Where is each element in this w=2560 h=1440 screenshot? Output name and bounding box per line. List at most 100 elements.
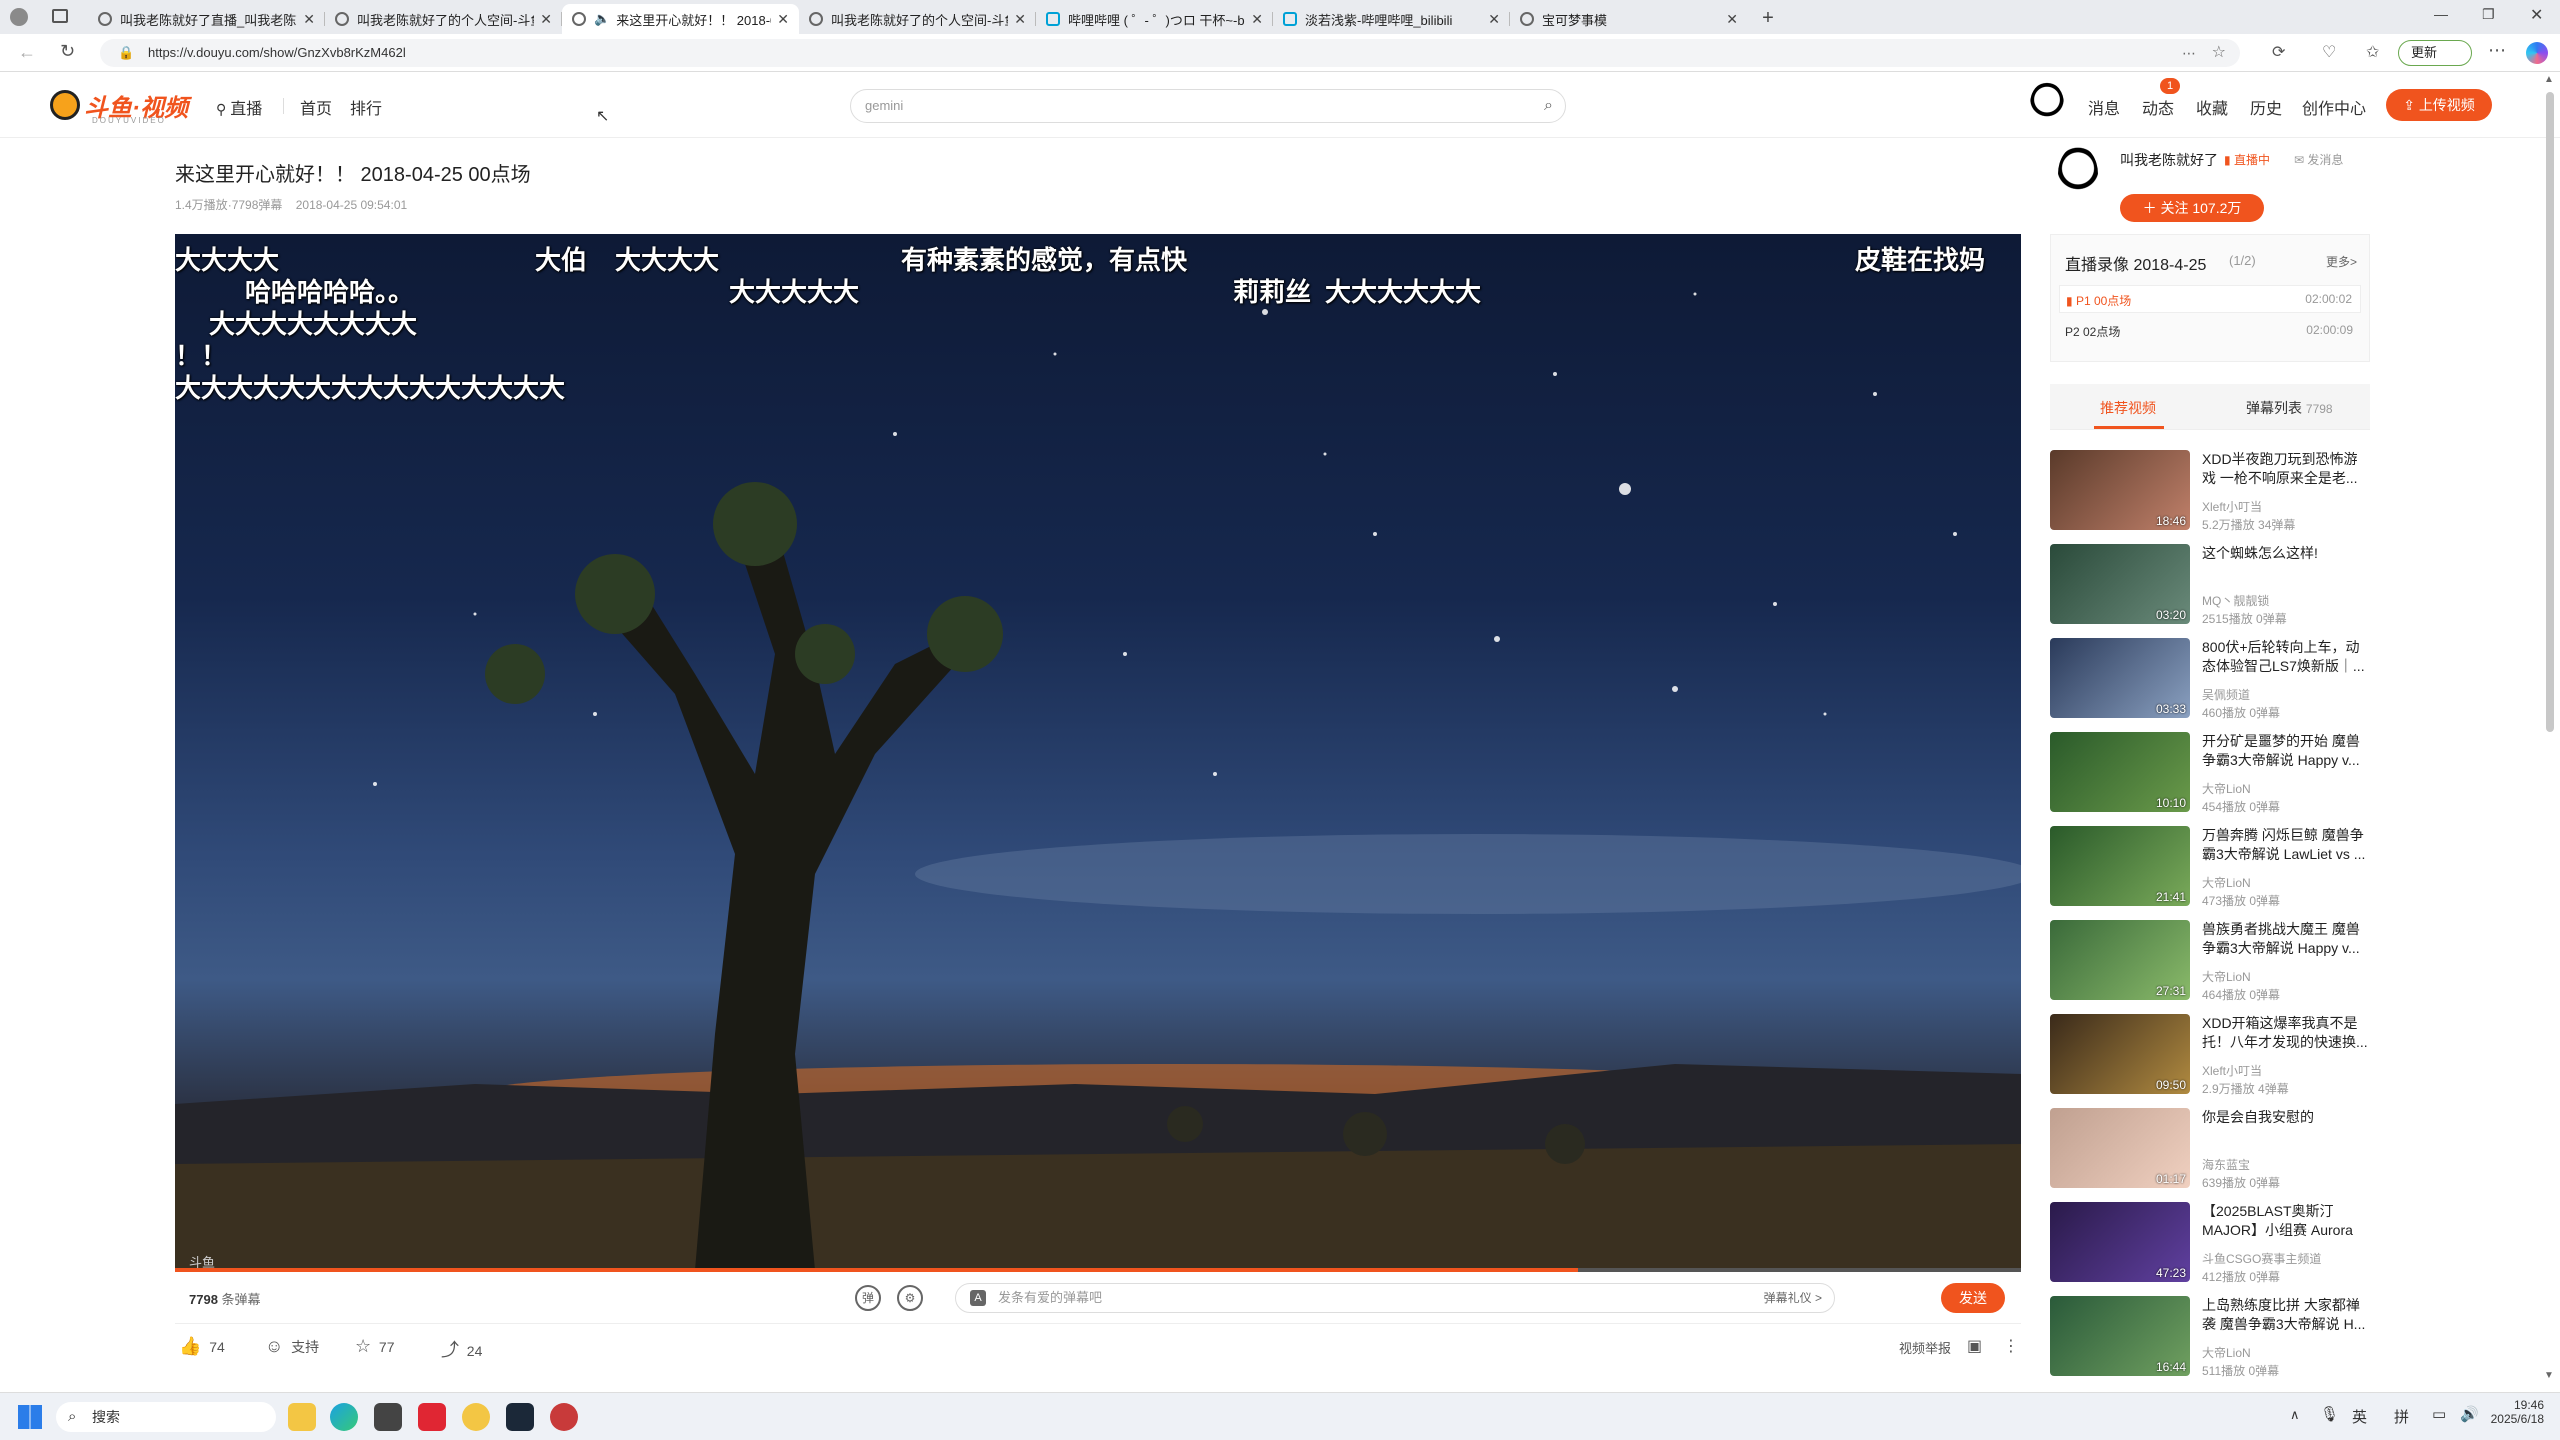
- app-icon-7[interactable]: [550, 1403, 578, 1431]
- video-author[interactable]: 大帝LioN: [2202, 780, 2251, 797]
- recommended-video[interactable]: 03:33 800伏+后轮转向上车，动态体验智己LS7焕新版｜... 吴佩频道 460…: [2050, 638, 2372, 720]
- app-icon-3[interactable]: [374, 1403, 402, 1431]
- danmaku-input[interactable]: A 发条有爱的弹幕吧 弹幕礼仪 >: [955, 1283, 1835, 1313]
- upload-video-button[interactable]: ⇪ 上传视频: [2386, 89, 2492, 121]
- video-thumbnail[interactable]: 27:31: [2050, 920, 2190, 1000]
- recommended-video[interactable]: 18:46 XDD半夜跑刀玩到恐怖游戏 一枪不响原来全是老... Xleft小叮当 5…: [2050, 450, 2372, 532]
- nav-home[interactable]: 首页: [300, 95, 332, 119]
- video-title[interactable]: 开分矿是噩梦的开始 魔兽争霸3大帝解说 Happy v...: [2202, 732, 2370, 770]
- recommended-video[interactable]: 01:17 你是会自我安慰的 海东蓝宝 639播放 0弹幕: [2050, 1108, 2372, 1190]
- network-icon[interactable]: ▭: [2432, 1405, 2446, 1423]
- search-icon[interactable]: ⌕: [1544, 90, 1553, 122]
- recommended-video[interactable]: 16:44 上岛熟练度比拼 大家都禅袭 魔兽争霸3大帝解说 H... 大帝LioN 5…: [2050, 1296, 2372, 1378]
- windows-start-icon[interactable]: [18, 1405, 42, 1429]
- video-author[interactable]: 斗鱼CSGO赛事主频道: [2202, 1250, 2321, 1267]
- scroll-up-icon[interactable]: ▲: [2544, 74, 2554, 85]
- video-title[interactable]: 万兽奔腾 闪烁巨鲸 魔兽争霸3大帝解说 LawLiet vs ...: [2202, 826, 2370, 864]
- header-favorites[interactable]: 收藏: [2196, 95, 2228, 119]
- back-icon[interactable]: ←: [18, 42, 36, 63]
- speaker-icon[interactable]: 🔈: [594, 11, 610, 27]
- favorite-star-icon[interactable]: ☆: [2212, 39, 2226, 67]
- favorite-button[interactable]: ☆ 77: [355, 1336, 395, 1357]
- close-tab-icon[interactable]: ✕: [777, 11, 789, 28]
- send-message-link[interactable]: ✉ 发消息: [2294, 151, 2343, 168]
- video-title[interactable]: 这个蜘蛛怎么这样!: [2202, 544, 2370, 582]
- user-avatar[interactable]: [2030, 82, 2064, 126]
- taskbar-search[interactable]: ⌕ 搜索: [56, 1402, 276, 1432]
- danmaku-settings-icon[interactable]: ⚙: [897, 1285, 923, 1311]
- recommended-video[interactable]: 21:41 万兽奔腾 闪烁巨鲸 魔兽争霸3大帝解说 LawLiet vs ... 大…: [2050, 826, 2372, 908]
- recommended-video[interactable]: 47:23 【2025BLAST奥斯汀MAJOR】小组赛 Aurora vs ..…: [2050, 1202, 2372, 1284]
- video-thumbnail[interactable]: 21:41: [2050, 826, 2190, 906]
- header-creator-center[interactable]: 创作中心: [2302, 95, 2366, 119]
- recommended-video[interactable]: 10:10 开分矿是噩梦的开始 魔兽争霸3大帝解说 Happy v... 大帝Lio…: [2050, 732, 2372, 814]
- share-button[interactable]: ⤴ 24: [441, 1336, 482, 1362]
- video-thumbnail[interactable]: 16:44: [2050, 1296, 2190, 1376]
- microphone-icon[interactable]: 🎙: [2320, 1405, 2339, 1423]
- tray-overflow-icon[interactable]: ∧: [2290, 1407, 2300, 1423]
- tab-7[interactable]: 宝可梦事模 ✕: [1510, 4, 1748, 34]
- video-author[interactable]: 海东蓝宝: [2202, 1156, 2250, 1173]
- nav-ranking[interactable]: 排行: [350, 95, 382, 119]
- recommended-video[interactable]: 27:31 兽族勇者挑战大魔王 魔兽争霸3大帝解说 Happy v... 大帝Lio…: [2050, 920, 2372, 1002]
- recommended-video[interactable]: 09:50 XDD开箱这爆率我真不是托！八年才发现的快速换... Xleft小叮当 2…: [2050, 1014, 2372, 1096]
- reader-icon[interactable]: ⋯: [2182, 39, 2196, 67]
- close-tab-icon[interactable]: ✕: [1726, 11, 1738, 28]
- video-title[interactable]: XDD半夜跑刀玩到恐怖游戏 一枪不响原来全是老...: [2202, 450, 2370, 488]
- video-thumbnail[interactable]: 10:10: [2050, 732, 2190, 812]
- settings-more-icon[interactable]: ⋯: [2488, 40, 2506, 61]
- video-title[interactable]: XDD开箱这爆率我真不是托！八年才发现的快速换...: [2202, 1014, 2370, 1052]
- url-field[interactable]: 🔒 https://v.douyu.com/show/GnzXvb8rKzM46…: [100, 39, 2240, 67]
- close-window-icon[interactable]: ✕: [2530, 5, 2543, 25]
- follow-button[interactable]: ＋ 关注 107.2万: [2120, 194, 2264, 222]
- video-author[interactable]: 吴佩频道: [2202, 686, 2250, 703]
- tab-recommended[interactable]: 推荐视频: [2100, 398, 2156, 418]
- scroll-down-icon[interactable]: ▼: [2544, 1370, 2554, 1381]
- app-icon-5[interactable]: [462, 1403, 490, 1431]
- new-tab-icon[interactable]: +: [1748, 4, 1788, 34]
- video-author[interactable]: Xleft小叮当: [2202, 1062, 2262, 1079]
- file-explorer-icon[interactable]: [288, 1403, 316, 1431]
- maximize-icon[interactable]: ❐: [2482, 6, 2495, 23]
- video-author[interactable]: MQ丶靓靓锁: [2202, 592, 2269, 609]
- clock[interactable]: 19:46 2025/6/18: [2488, 1398, 2544, 1426]
- video-title[interactable]: 800伏+后轮转向上车，动态体验智己LS7焕新版｜...: [2202, 638, 2370, 676]
- close-tab-icon[interactable]: ✕: [1488, 11, 1500, 28]
- close-tab-icon[interactable]: ✕: [540, 11, 552, 28]
- browser-essentials-icon[interactable]: ♡: [2322, 42, 2336, 62]
- video-thumbnail[interactable]: 09:50: [2050, 1014, 2190, 1094]
- text-style-icon[interactable]: A: [970, 1290, 986, 1306]
- video-thumbnail[interactable]: 47:23: [2050, 1202, 2190, 1282]
- lock-icon[interactable]: 🔒: [118, 39, 134, 67]
- layout-icon[interactable]: ▣: [1967, 1336, 1982, 1356]
- recording-part-2[interactable]: P2 02点场 02:00:09: [2059, 317, 2361, 345]
- netease-music-icon[interactable]: [418, 1403, 446, 1431]
- video-thumbnail[interactable]: 03:20: [2050, 544, 2190, 624]
- video-author[interactable]: 大帝LioN: [2202, 968, 2251, 985]
- header-dynamics[interactable]: 动态: [2142, 95, 2174, 119]
- video-author[interactable]: Xleft小叮当: [2202, 498, 2262, 515]
- close-tab-icon[interactable]: ✕: [1014, 11, 1026, 28]
- report-video-link[interactable]: 视频举报: [1899, 1338, 1951, 1357]
- tab-4[interactable]: 叫我老陈就好了的个人空间-斗鱼 ✕: [799, 4, 1036, 34]
- minimize-icon[interactable]: —: [2434, 6, 2448, 22]
- video-thumbnail[interactable]: 01:17: [2050, 1108, 2190, 1188]
- search-input[interactable]: gemini ⌕: [850, 89, 1566, 123]
- author-avatar[interactable]: [2058, 146, 2098, 202]
- video-title[interactable]: 【2025BLAST奥斯汀MAJOR】小组赛 Aurora vs ...: [2202, 1202, 2370, 1240]
- refresh-icon[interactable]: ↻: [60, 41, 75, 62]
- favorites-icon[interactable]: ✩: [2366, 42, 2379, 62]
- tab-2[interactable]: 叫我老陈就好了的个人空间-斗鱼 ✕: [325, 4, 562, 34]
- support-button[interactable]: ☺ 支持: [265, 1336, 319, 1357]
- recording-more-link[interactable]: 更多>: [2326, 253, 2357, 270]
- profile-icon[interactable]: [10, 8, 28, 26]
- tab-actions-icon[interactable]: [52, 9, 68, 23]
- more-vertical-icon[interactable]: ⋮: [2003, 1336, 2019, 1356]
- ime-mode[interactable]: 拼: [2394, 1406, 2409, 1427]
- tab-3-active[interactable]: 🔈 来这里开心就好！！ 2018-0 ✕: [562, 4, 799, 34]
- recording-part-1[interactable]: ▮ P1 00点场 02:00:02: [2059, 285, 2361, 313]
- page-scrollbar[interactable]: [2546, 92, 2554, 732]
- extensions-icon[interactable]: ⟳: [2272, 42, 2285, 62]
- copilot-icon[interactable]: [2526, 42, 2548, 64]
- steam-icon[interactable]: [506, 1403, 534, 1431]
